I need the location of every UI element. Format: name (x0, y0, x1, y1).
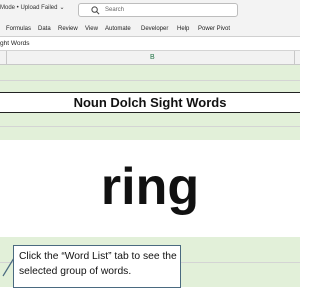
callout-text: Click the “Word List” tab to see the sel… (19, 251, 177, 277)
instruction-callout: Click the “Word List” tab to see the sel… (13, 245, 181, 288)
upload-status-text: Mode • Upload Failed (0, 5, 58, 11)
chevron-down-icon[interactable]: ⌄ (59, 5, 64, 11)
search-placeholder: Search (105, 7, 125, 13)
name-box[interactable]: ght Words (0, 37, 300, 51)
column-header-row: B (0, 51, 300, 65)
column-separator (6, 51, 7, 64)
row-gridline (0, 126, 300, 127)
column-separator (294, 51, 295, 64)
green-band-top (0, 65, 300, 92)
tab-formulas[interactable]: Formulas (6, 26, 31, 32)
search-box[interactable]: Search (78, 3, 238, 17)
tab-developer[interactable]: Developer (141, 26, 168, 32)
title-cell[interactable]: Noun Dolch Sight Words (0, 92, 300, 113)
column-header-b[interactable]: B (150, 54, 155, 61)
tab-automate[interactable]: Automate (105, 26, 131, 32)
tab-review[interactable]: Review (58, 26, 78, 32)
tab-help[interactable]: Help (177, 26, 189, 32)
search-icon (91, 6, 100, 15)
sheet-title: Noun Dolch Sight Words (73, 95, 227, 110)
title-bar: Mode • Upload Failed ⌄ Search (0, 0, 300, 22)
row-gridline (0, 80, 300, 81)
tab-view[interactable]: View (85, 26, 98, 32)
upload-status[interactable]: Mode • Upload Failed ⌄ (0, 4, 65, 11)
tab-power-pivot[interactable]: Power Pivot (198, 26, 230, 32)
sight-word[interactable]: ring (0, 152, 300, 222)
tab-data[interactable]: Data (38, 26, 51, 32)
name-box-value: ght Words (0, 40, 30, 47)
ribbon-tabs: Formulas Data Review View Automate Devel… (0, 22, 300, 37)
